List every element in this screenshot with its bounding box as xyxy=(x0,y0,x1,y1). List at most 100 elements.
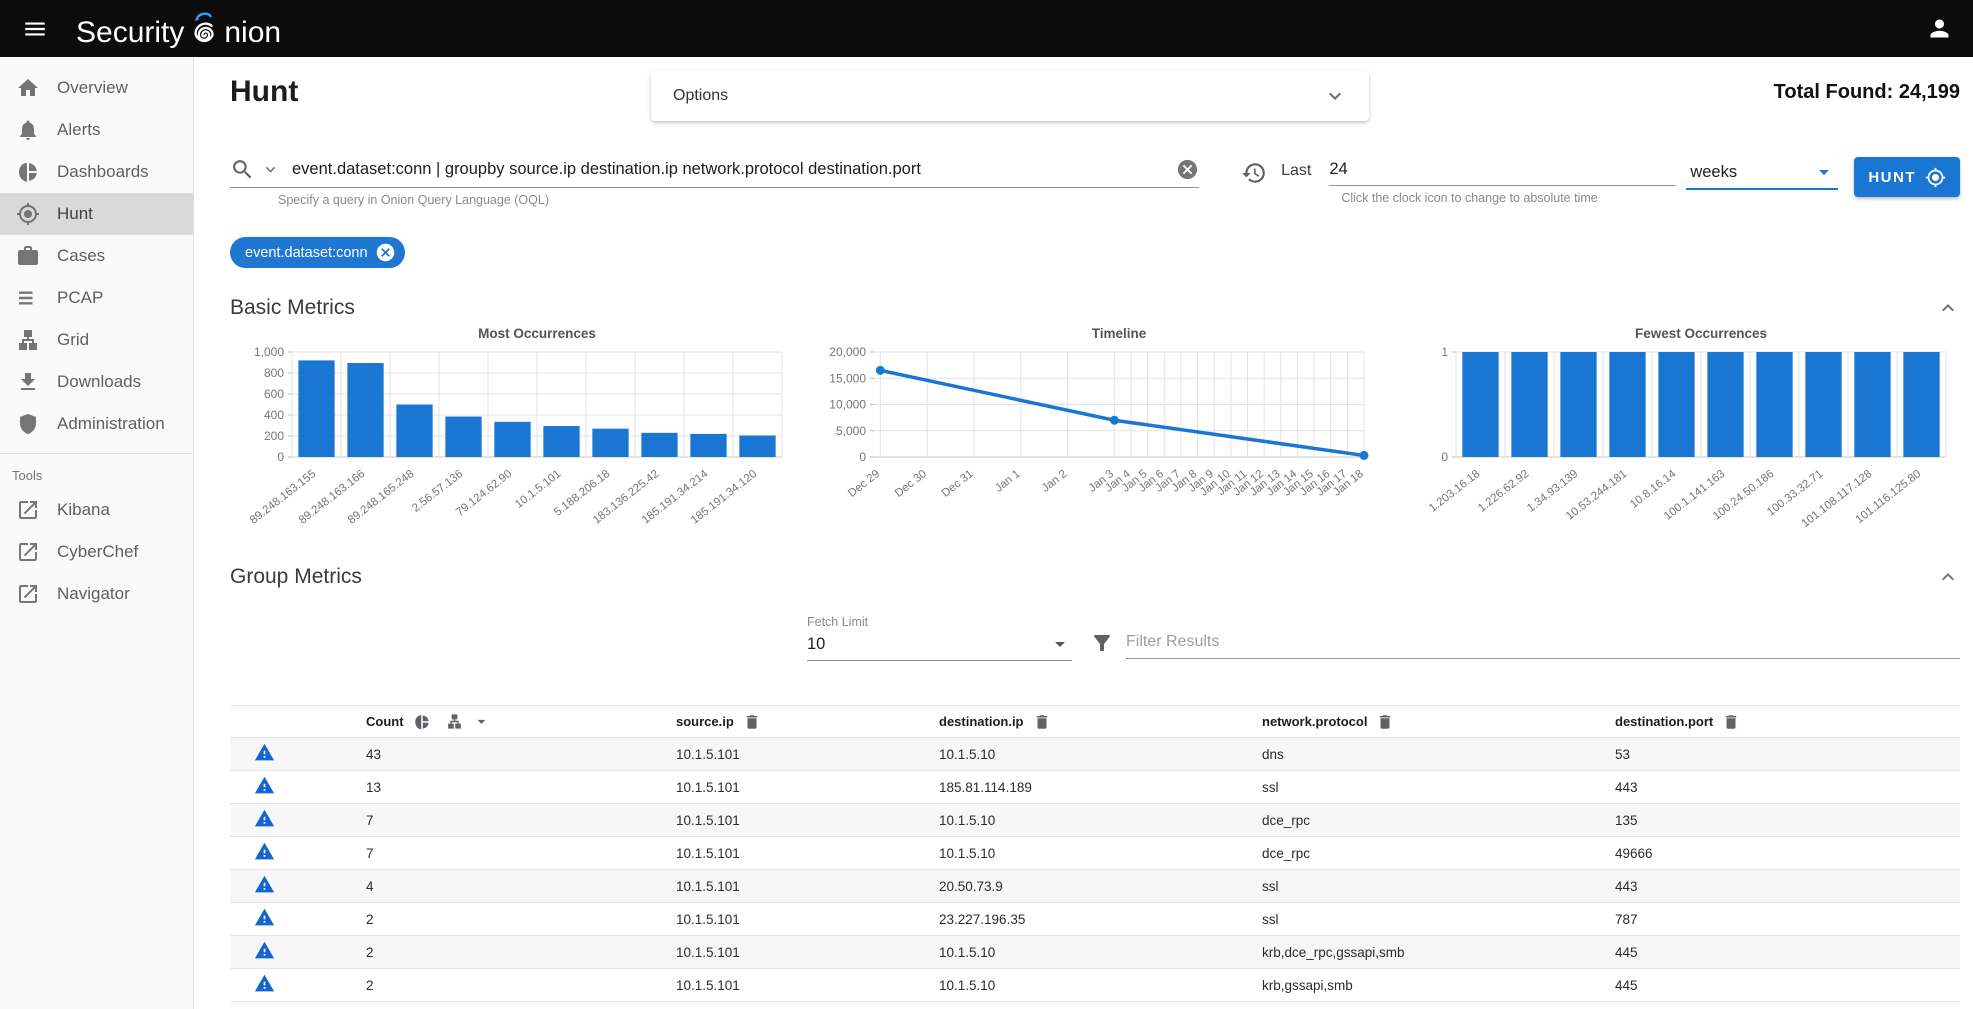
remove-column-icon[interactable] xyxy=(1376,713,1394,731)
table-cell: 10.1.5.101 xyxy=(676,879,939,894)
query-history-chevron-icon[interactable] xyxy=(261,160,280,179)
group-metrics-table: Count source.ip destination.ip network.p… xyxy=(230,705,1960,1002)
external-icon xyxy=(16,582,40,606)
table-row[interactable]: 4310.1.5.10110.1.5.10dns53 xyxy=(230,738,1960,771)
sidebar-item-label: Navigator xyxy=(57,584,130,604)
sidebar-item-pcap[interactable]: PCAP xyxy=(0,277,193,319)
table-cell: 2 xyxy=(366,912,676,927)
svg-text:20,000: 20,000 xyxy=(829,345,866,359)
remove-filter-icon[interactable] xyxy=(375,242,396,263)
column-header-destination.ip[interactable]: destination.ip xyxy=(939,713,1262,731)
sidebar-item-downloads[interactable]: Downloads xyxy=(0,361,193,403)
table-row[interactable]: 710.1.5.10110.1.5.10dce_rpc135 xyxy=(230,804,1960,837)
svg-text:10.8.16.14: 10.8.16.14 xyxy=(1628,468,1679,511)
table-row[interactable]: 210.1.5.10110.1.5.10krb,dce_rpc,gssapi,s… xyxy=(230,936,1960,969)
fetch-limit-select[interactable]: 10 xyxy=(807,629,1072,661)
remove-column-icon[interactable] xyxy=(743,713,761,731)
time-unit-select[interactable]: weeks xyxy=(1686,157,1838,190)
table-cell: 185.81.114.189 xyxy=(939,780,1262,795)
sidebar-item-label: Kibana xyxy=(57,500,110,520)
user-avatar-icon[interactable] xyxy=(1926,15,1953,42)
sidebar-item-alerts[interactable]: Alerts xyxy=(0,109,193,151)
chart-most-occurrences: Most Occurrences1,000800600400200089.248… xyxy=(230,322,788,559)
table-cell: 445 xyxy=(1615,978,1960,993)
basic-metrics-header: Basic Metrics xyxy=(230,296,1960,320)
pie-chart-icon[interactable] xyxy=(413,713,431,731)
table-cell: 4 xyxy=(366,879,676,894)
sidebar-item-grid[interactable]: Grid xyxy=(0,319,193,361)
table-row[interactable]: 1310.1.5.101185.81.114.189ssl443 xyxy=(230,771,1960,804)
svg-text:Dec 30: Dec 30 xyxy=(893,468,929,500)
sidebar-item-dashboards[interactable]: Dashboards xyxy=(0,151,193,193)
sidebar-item-cyberchef[interactable]: CyberChef xyxy=(0,531,193,573)
duration-input[interactable] xyxy=(1329,157,1676,186)
sidebar-item-hunt[interactable]: Hunt xyxy=(0,193,193,235)
svg-text:Jan 2: Jan 2 xyxy=(1040,468,1070,495)
sidebar-item-label: Alerts xyxy=(57,120,100,140)
column-header-source.ip[interactable]: source.ip xyxy=(676,713,939,731)
sidebar-item-navigator[interactable]: Navigator xyxy=(0,573,193,615)
sidebar-item-kibana[interactable]: Kibana xyxy=(0,489,193,531)
caret-down-icon xyxy=(1048,632,1072,656)
sidebar-item-cases[interactable]: Cases xyxy=(0,235,193,277)
sidebar-item-label: Hunt xyxy=(57,204,93,224)
column-header-network.protocol[interactable]: network.protocol xyxy=(1262,713,1615,731)
query-hint: Specify a query in Onion Query Language … xyxy=(230,193,1199,207)
svg-text:600: 600 xyxy=(264,387,284,401)
table-cell: 10.1.5.10 xyxy=(939,945,1262,960)
warning-triangle-icon[interactable] xyxy=(254,973,275,994)
svg-text:10,000: 10,000 xyxy=(829,398,866,412)
duration-hint: Click the clock icon to change to absolu… xyxy=(1329,191,1676,205)
column-header-Count[interactable]: Count xyxy=(366,712,676,731)
sidebar-item-label: CyberChef xyxy=(57,542,138,562)
table-row[interactable]: 210.1.5.10123.227.196.35ssl787 xyxy=(230,903,1960,936)
page-header: Hunt Options Total Found: 24,199 xyxy=(230,71,1960,127)
column-header-destination.port[interactable]: destination.port xyxy=(1615,713,1960,731)
sidebar-item-label: Administration xyxy=(57,414,165,434)
hunt-button[interactable]: HUNT xyxy=(1854,157,1960,197)
table-cell: 7 xyxy=(366,846,676,861)
chevron-down-icon[interactable] xyxy=(1323,84,1347,108)
warning-triangle-icon[interactable] xyxy=(254,874,275,895)
table-cell: 10.1.5.10 xyxy=(939,813,1262,828)
svg-text:0: 0 xyxy=(277,450,284,464)
group-by-icon[interactable] xyxy=(446,713,463,730)
table-cell: 10.1.5.101 xyxy=(676,912,939,927)
collapse-basic-metrics-icon[interactable] xyxy=(1936,296,1960,320)
warning-triangle-icon[interactable] xyxy=(254,841,275,862)
remove-column-icon[interactable] xyxy=(1033,713,1051,731)
warning-triangle-icon[interactable] xyxy=(254,907,275,928)
warning-triangle-icon[interactable] xyxy=(254,775,275,796)
column-header-label: destination.port xyxy=(1615,714,1713,729)
remove-column-icon[interactable] xyxy=(1722,713,1740,731)
table-cell: 10.1.5.101 xyxy=(676,846,939,861)
filter-results-input[interactable] xyxy=(1126,631,1960,659)
table-row[interactable]: 710.1.5.10110.1.5.10dce_rpc49666 xyxy=(230,837,1960,870)
caret-down-icon[interactable] xyxy=(472,712,491,731)
table-row[interactable]: 210.1.5.10110.1.5.10krb,gssapi,smb445 xyxy=(230,969,1960,1002)
warning-triangle-icon[interactable] xyxy=(254,808,275,829)
shield-icon xyxy=(16,412,40,436)
filter-results-group xyxy=(1090,631,1960,659)
warning-triangle-icon[interactable] xyxy=(254,742,275,763)
query-input[interactable] xyxy=(290,159,1176,180)
table-cell: dce_rpc xyxy=(1262,846,1615,861)
sidebar-item-overview[interactable]: Overview xyxy=(0,67,193,109)
clear-query-icon[interactable] xyxy=(1176,158,1199,181)
table-cell: 443 xyxy=(1615,780,1960,795)
table-cell: 10.1.5.10 xyxy=(939,747,1262,762)
sidebar-item-administration[interactable]: Administration xyxy=(0,403,193,445)
table-cell: 2 xyxy=(366,978,676,993)
history-clock-icon[interactable] xyxy=(1241,160,1267,186)
table-cell: 2 xyxy=(366,945,676,960)
hamburger-menu-icon[interactable] xyxy=(0,16,48,42)
table-cell: krb,gssapi,smb xyxy=(1262,978,1615,993)
collapse-group-metrics-icon[interactable] xyxy=(1936,565,1960,589)
table-cell: 43 xyxy=(366,747,676,762)
table-cell: 10.1.5.101 xyxy=(676,780,939,795)
options-panel[interactable]: Options xyxy=(651,71,1369,121)
warning-triangle-icon[interactable] xyxy=(254,940,275,961)
time-range-group: Last Click the clock icon to change to a… xyxy=(1241,157,1960,205)
filter-chip[interactable]: event.dataset:conn xyxy=(230,237,405,268)
table-row[interactable]: 410.1.5.10120.50.73.9ssl443 xyxy=(230,870,1960,903)
